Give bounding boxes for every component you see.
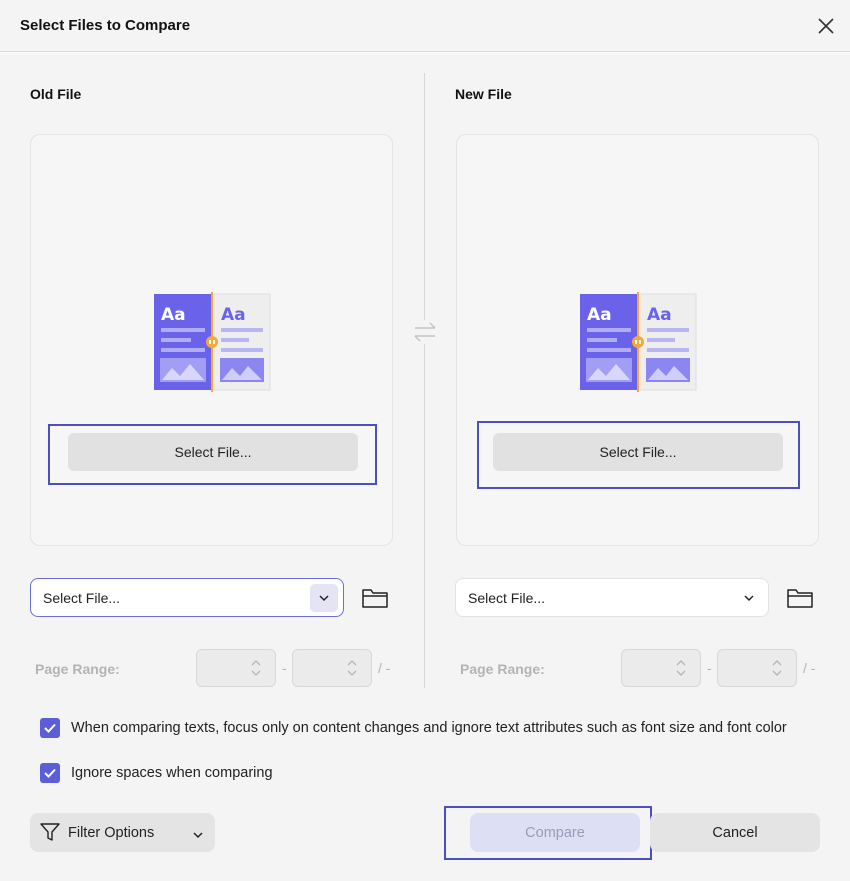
- chevron-down-icon[interactable]: [310, 584, 338, 612]
- new-file-label: New File: [455, 86, 512, 102]
- compare-illustration-icon: Aa Aa: [578, 292, 698, 397]
- old-file-label: Old File: [30, 86, 82, 102]
- dialog-title: Select Files to Compare: [20, 17, 191, 34]
- new-file-preview-card: Aa Aa Select File...: [456, 134, 819, 546]
- funnel-icon: [39, 821, 61, 848]
- ignore-spaces-label: Ignore spaces when comparing: [71, 765, 273, 781]
- dialog-body: Old File Aa Aa Select File... Select Fil…: [0, 53, 850, 881]
- old-file-preview-card: Aa Aa Select File...: [30, 134, 393, 546]
- old-range-dash: -: [282, 660, 287, 676]
- old-file-combo[interactable]: Select File...: [30, 578, 344, 617]
- column-divider: [424, 73, 425, 688]
- ignore-spaces-checkbox[interactable]: [40, 763, 60, 783]
- svg-text:Aa: Aa: [161, 305, 186, 325]
- focus-content-checkbox[interactable]: [40, 718, 60, 738]
- cancel-button[interactable]: Cancel: [650, 813, 820, 852]
- folder-icon[interactable]: [361, 586, 389, 610]
- swap-arrows-icon[interactable]: [412, 320, 438, 344]
- filter-options-label: Filter Options: [68, 825, 155, 841]
- filter-options-button[interactable]: Filter Options: [30, 813, 215, 852]
- old-select-file-button[interactable]: Select File...: [68, 433, 358, 471]
- old-page-range-label: Page Range:: [35, 661, 120, 677]
- new-file-combo[interactable]: Select File...: [455, 578, 769, 617]
- new-range-dash: -: [707, 660, 712, 676]
- new-file-combo-value: Select File...: [468, 590, 546, 606]
- svg-text:Aa: Aa: [221, 305, 246, 325]
- old-page-start-stepper[interactable]: [196, 649, 276, 687]
- focus-content-option[interactable]: When comparing texts, focus only on cont…: [40, 718, 787, 738]
- new-range-total: / -: [803, 660, 816, 676]
- old-page-end-stepper[interactable]: [292, 649, 372, 687]
- svg-text:Aa: Aa: [647, 305, 672, 325]
- new-select-file-button[interactable]: Select File...: [493, 433, 783, 471]
- ignore-spaces-option[interactable]: Ignore spaces when comparing: [40, 763, 273, 783]
- folder-icon[interactable]: [786, 586, 814, 610]
- focus-content-label: When comparing texts, focus only on cont…: [71, 720, 787, 736]
- compare-illustration-icon: Aa Aa: [152, 292, 272, 397]
- new-page-range-label: Page Range:: [460, 661, 545, 677]
- new-page-end-stepper[interactable]: [717, 649, 797, 687]
- compare-button[interactable]: Compare: [470, 813, 640, 852]
- chevron-down-icon: [192, 826, 204, 844]
- old-range-total: / -: [378, 660, 391, 676]
- close-icon[interactable]: [814, 14, 838, 38]
- chevron-down-icon[interactable]: [735, 584, 763, 612]
- dialog-titlebar: Select Files to Compare: [0, 0, 850, 52]
- new-page-start-stepper[interactable]: [621, 649, 701, 687]
- old-file-combo-value: Select File...: [43, 590, 121, 606]
- svg-text:Aa: Aa: [587, 305, 612, 325]
